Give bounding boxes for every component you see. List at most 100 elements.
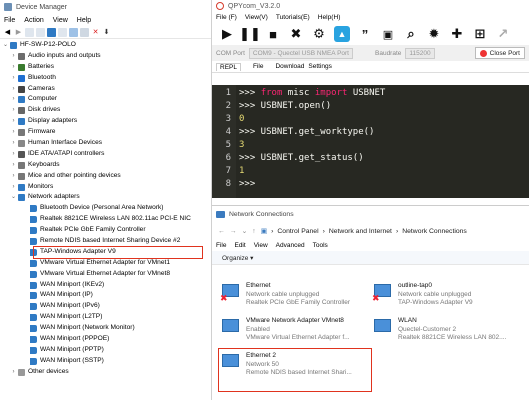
active-tool-icon[interactable]: ▲ <box>334 26 350 42</box>
nc-menu-view[interactable]: View <box>254 242 268 249</box>
collapse-chevron-icon[interactable]: › <box>10 160 17 171</box>
qp-menu-tutorials[interactable]: Tutorials(E) <box>276 14 310 21</box>
play-icon[interactable]: ▶ <box>219 26 235 42</box>
collapse-chevron-icon[interactable]: › <box>10 367 17 378</box>
tab-settings[interactable]: Settings <box>308 63 332 70</box>
tree-root-computer[interactable]: ⌄ HF-SW-P12-POLO <box>0 40 211 51</box>
view-icon[interactable] <box>36 27 45 37</box>
expand-chevron-icon[interactable]: ⌄ <box>2 40 9 51</box>
forward-arrow-icon[interactable]: ▶ <box>14 28 23 37</box>
repl-terminal[interactable]: 1 >>> from misc import USBNET 2 >>> USBNET.… <box>212 85 529 198</box>
uninstall-icon[interactable]: ✕ <box>91 28 100 37</box>
tree-category[interactable]: › IDE ATA/ATAPI controllers <box>0 149 211 160</box>
breadcrumb-control-panel[interactable]: Control Panel <box>277 228 318 235</box>
breadcrumb-network-connections[interactable]: Network Connections <box>402 228 467 235</box>
tab-download[interactable]: Download <box>275 63 304 70</box>
network-adapter-item[interactable]: VMware Virtual Ethernet Adapter for VMne… <box>0 258 211 269</box>
collapse-chevron-icon[interactable]: › <box>10 73 17 84</box>
collapse-chevron-icon[interactable]: › <box>10 62 17 73</box>
nc-menu-edit[interactable]: Edit <box>234 242 245 249</box>
settings-gear-icon[interactable]: ✹ <box>426 26 442 42</box>
save-icon[interactable]: ▣ <box>380 26 396 42</box>
network-adapter-item[interactable]: WAN Miniport (PPTP) <box>0 345 211 356</box>
reset-icon[interactable]: ⚙ <box>311 26 327 42</box>
scan-icon[interactable] <box>58 27 67 37</box>
update-driver-icon[interactable] <box>80 27 89 37</box>
network-adapter-item[interactable]: WAN Miniport (Network Monitor) <box>0 323 211 334</box>
collapse-chevron-icon[interactable]: › <box>10 127 17 138</box>
connection-item[interactable]: ✖ Ethernet Network cable unplugged Realtek … <box>220 282 350 308</box>
network-adapter-item[interactable]: WAN Miniport (SSTP) <box>0 356 211 367</box>
download-icon[interactable]: ⬇ <box>102 28 111 37</box>
qp-menu-view[interactable]: View(V) <box>245 14 268 21</box>
tree-category[interactable]: › Computer <box>0 94 211 105</box>
menu-action[interactable]: Action <box>24 17 43 24</box>
tree-category[interactable]: › Keyboards <box>0 160 211 171</box>
external-link-icon[interactable]: ↗ <box>495 26 511 42</box>
network-adapter-item[interactable]: Bluetooth Device (Personal Area Network) <box>0 203 211 214</box>
tree-category[interactable]: › Human Interface Devices <box>0 138 211 149</box>
expand-chevron-icon[interactable]: ⌄ <box>10 192 17 203</box>
tree-category[interactable]: › Other devices <box>0 367 211 378</box>
search-icon[interactable]: ⌕ <box>403 26 419 42</box>
collapse-chevron-icon[interactable]: › <box>10 171 17 182</box>
plus-box-icon[interactable]: ⊞ <box>472 26 488 42</box>
tree-category[interactable]: ⌄ Network adapters <box>0 192 211 203</box>
tree-category[interactable]: › Cameras <box>0 84 211 95</box>
connection-item[interactable]: ✖ outline-tap0 Network cable unplugged TAP-… <box>372 282 473 308</box>
network-adapter-item[interactable]: WAN Miniport (L2TP) <box>0 312 211 323</box>
stop-icon[interactable]: ■ <box>265 26 281 42</box>
tree-category[interactable]: › Display adapters <box>0 116 211 127</box>
breadcrumb-network-internet[interactable]: Network and Internet <box>329 228 392 235</box>
nc-menu-file[interactable]: File <box>216 242 226 249</box>
properties-icon[interactable] <box>25 27 34 37</box>
collapse-chevron-icon[interactable]: › <box>10 116 17 127</box>
menu-help[interactable]: Help <box>77 17 91 24</box>
collapse-chevron-icon[interactable]: › <box>10 51 17 62</box>
back-arrow-icon[interactable]: ◀ <box>3 28 12 37</box>
collapse-chevron-icon[interactable]: › <box>10 149 17 160</box>
menu-file[interactable]: File <box>4 17 15 24</box>
network-adapter-item[interactable]: WAN Miniport (IP) <box>0 290 211 301</box>
tree-category[interactable]: › Mice and other pointing devices <box>0 171 211 182</box>
tree-category[interactable]: › Audio inputs and outputs <box>0 51 211 62</box>
delete-icon[interactable]: ✖ <box>288 26 304 42</box>
nav-back-icon[interactable]: ← <box>218 228 225 235</box>
tab-file[interactable]: File <box>253 63 263 70</box>
organize-button[interactable]: Organize ▾ <box>212 251 529 265</box>
network-adapter-item[interactable]: WAN Miniport (PPPOE) <box>0 334 211 345</box>
nav-forward-icon[interactable]: → <box>230 228 237 235</box>
close-port-button[interactable]: Close Port <box>474 47 525 59</box>
baudrate-select[interactable]: 115200 <box>405 47 435 59</box>
nav-up-icon[interactable]: ↑ <box>252 228 255 235</box>
monitor-icon[interactable] <box>69 27 78 37</box>
tree-category[interactable]: › Monitors <box>0 182 211 193</box>
tree-category[interactable]: › Firmware <box>0 127 211 138</box>
network-adapter-item[interactable]: Realtek 8821CE Wireless LAN 802.11ac PCI… <box>0 214 211 225</box>
collapse-chevron-icon[interactable]: › <box>10 94 17 105</box>
qp-menu-file[interactable]: File (F) <box>216 14 237 21</box>
network-adapter-item[interactable]: Realtek PCIe GbE Family Controller <box>0 225 211 236</box>
quote-icon[interactable]: ” <box>357 26 373 42</box>
collapse-chevron-icon[interactable]: › <box>10 84 17 95</box>
tree-category[interactable]: › Disk drives <box>0 105 211 116</box>
network-adapter-item[interactable]: WAN Miniport (IKEv2) <box>0 280 211 291</box>
extension-icon[interactable]: ✚ <box>449 26 465 42</box>
help-book-icon[interactable] <box>47 27 56 37</box>
nc-menu-tools[interactable]: Tools <box>313 242 328 249</box>
nav-dropdown-icon[interactable]: ⌄ <box>242 227 248 235</box>
qp-menu-help[interactable]: Help(H) <box>318 14 341 21</box>
menu-view[interactable]: View <box>53 17 68 24</box>
pause-icon[interactable]: ❚❚ <box>239 26 261 42</box>
com-port-select[interactable]: COM9 - Quectel USB NMEA Port <box>248 47 353 59</box>
connection-item[interactable]: WLAN Quectel-Customer 2 Realtek 8821CE Wir… <box>372 317 506 343</box>
tab-repl[interactable]: REPL <box>216 62 241 71</box>
tree-category[interactable]: › Batteries <box>0 62 211 73</box>
tree-category[interactable]: › Bluetooth <box>0 73 211 84</box>
network-adapter-item[interactable]: VMware Virtual Ethernet Adapter for VMne… <box>0 269 211 280</box>
collapse-chevron-icon[interactable]: › <box>10 105 17 116</box>
collapse-chevron-icon[interactable]: › <box>10 182 17 193</box>
connection-item[interactable]: VMware Network Adapter VMnet8 Enabled VMwa… <box>220 317 350 343</box>
nc-menu-advanced[interactable]: Advanced <box>276 242 305 249</box>
collapse-chevron-icon[interactable]: › <box>10 138 17 149</box>
